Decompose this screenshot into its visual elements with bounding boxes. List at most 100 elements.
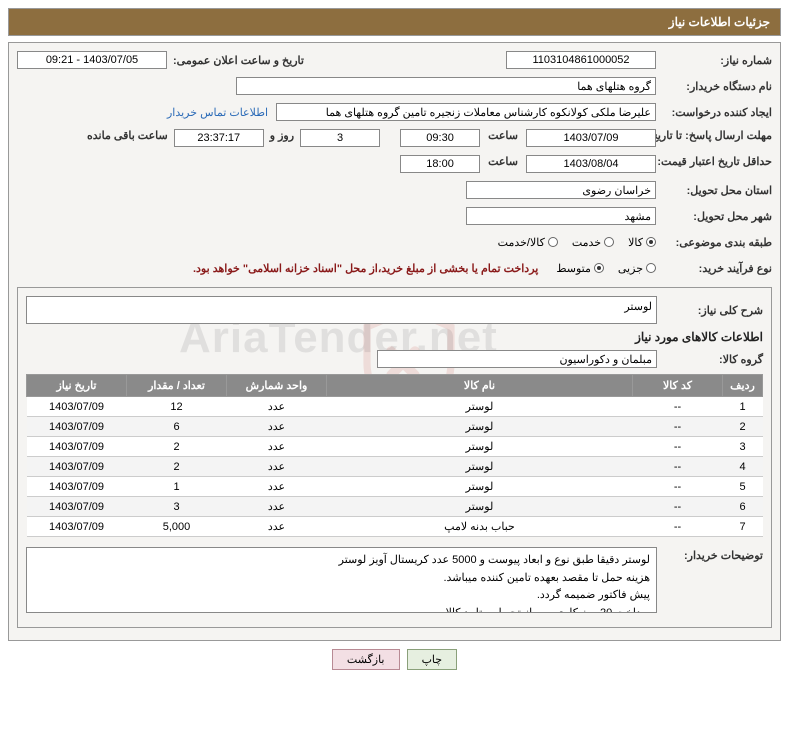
announce-dt-label: تاریخ و ساعت اعلان عمومی: (173, 54, 304, 67)
cell-date: 1403/07/09 (27, 457, 127, 477)
cell-name: لوستر (327, 497, 633, 517)
note-line: هزینه حمل تا مقصد بعهده تامین کننده میبا… (33, 570, 650, 588)
radio-medium[interactable] (594, 263, 604, 273)
need-no-value: 1103104861000052 (506, 51, 656, 69)
cell-unit: عدد (227, 517, 327, 537)
goods-group-label: گروه کالا: (663, 353, 763, 366)
radio-goods-label: کالا (628, 236, 643, 249)
proc-type-label: نوع فرآیند خرید: (662, 262, 772, 275)
validity-time: 18:00 (400, 155, 480, 173)
print-button[interactable]: چاپ (407, 649, 458, 670)
overview-value: لوستر (26, 296, 657, 324)
requester-value: علیرضا ملکی کولانکوه کارشناس معاملات زنج… (276, 103, 656, 121)
cell-code: -- (633, 457, 723, 477)
table-row: 6--لوسترعدد31403/07/09 (27, 497, 763, 517)
validity-time-label: ساعت (488, 153, 518, 168)
cell-name: لوستر (327, 417, 633, 437)
deadline-remain: ساعت باقی مانده (87, 127, 168, 142)
cell-qty: 6 (127, 417, 227, 437)
table-row: 3--لوسترعدد21403/07/09 (27, 437, 763, 457)
deadline-time: 09:30 (400, 129, 480, 147)
radio-goods-service[interactable] (548, 237, 558, 247)
validity-label: حداقل تاریخ اعتبار قیمت: تا تاریخ: (662, 153, 772, 168)
deadline-days-suffix: روز و (270, 127, 294, 142)
province-label: استان محل تحویل: (662, 184, 772, 197)
deadline-time-label: ساعت (488, 127, 518, 142)
table-row: 5--لوسترعدد11403/07/09 (27, 477, 763, 497)
cell-name: حباب بدنه لامپ (327, 517, 633, 537)
radio-small[interactable] (646, 263, 656, 273)
need-no-label: شماره نیاز: (662, 54, 772, 67)
cell-qty: 12 (127, 397, 227, 417)
cell-qty: 5,000 (127, 517, 227, 537)
radio-small-label: جزیی (618, 262, 643, 275)
main-panel: AriaTender.net شماره نیاز: 1103104861000… (8, 42, 781, 641)
cell-code: -- (633, 497, 723, 517)
category-radio-group: کالا خدمت کالا/خدمت (498, 236, 656, 249)
city-label: شهر محل تحویل: (662, 210, 772, 223)
radio-goods[interactable] (646, 237, 656, 247)
cell-n: 7 (723, 517, 763, 537)
cell-date: 1403/07/09 (27, 417, 127, 437)
cell-n: 6 (723, 497, 763, 517)
cell-date: 1403/07/09 (27, 397, 127, 417)
note-line: پیش فاکتور ضمیمه گردد. (33, 587, 650, 605)
requester-label: ایجاد کننده درخواست: (662, 106, 772, 119)
radio-goods-service-label: کالا/خدمت (498, 236, 545, 249)
announce-dt-value: 1403/07/05 - 09:21 (17, 51, 167, 69)
radio-service[interactable] (604, 237, 614, 247)
table-row: 4--لوسترعدد21403/07/09 (27, 457, 763, 477)
cell-code: -- (633, 437, 723, 457)
deadline-countdown: 23:37:17 (174, 129, 264, 147)
note-line: لوستر دقیقا طبق نوع و ابعاد پیوست و 5000… (33, 552, 650, 570)
th-code: کد کالا (633, 375, 723, 397)
province-value: خراسان رضوی (466, 181, 656, 199)
cell-unit: عدد (227, 497, 327, 517)
cell-n: 5 (723, 477, 763, 497)
cell-qty: 1 (127, 477, 227, 497)
page-title: جزئیات اطلاعات نیاز (8, 8, 781, 36)
deadline-days: 3 (300, 129, 380, 147)
cell-name: لوستر (327, 457, 633, 477)
buyer-contact-link[interactable]: اطلاعات تماس خریدار (167, 106, 268, 119)
cell-date: 1403/07/09 (27, 497, 127, 517)
cell-unit: عدد (227, 397, 327, 417)
cell-date: 1403/07/09 (27, 477, 127, 497)
cell-code: -- (633, 517, 723, 537)
cell-unit: عدد (227, 477, 327, 497)
cell-unit: عدد (227, 417, 327, 437)
cell-name: لوستر (327, 437, 633, 457)
goods-group-value: مبلمان و دکوراسیون (377, 350, 657, 368)
cell-n: 2 (723, 417, 763, 437)
deadline-date: 1403/07/09 (526, 129, 656, 147)
proc-type-radio-group: جزیی متوسط (556, 262, 656, 275)
cell-n: 4 (723, 457, 763, 477)
th-qty: تعداد / مقدار (127, 375, 227, 397)
cell-name: لوستر (327, 477, 633, 497)
cell-date: 1403/07/09 (27, 437, 127, 457)
buyer-notes-box[interactable]: لوستر دقیقا طبق نوع و ابعاد پیوست و 5000… (26, 547, 657, 613)
table-row: 2--لوسترعدد61403/07/09 (27, 417, 763, 437)
cell-n: 1 (723, 397, 763, 417)
th-row: ردیف (723, 375, 763, 397)
th-unit: واحد شمارش (227, 375, 327, 397)
goods-table: ردیف کد کالا نام کالا واحد شمارش تعداد /… (26, 374, 763, 537)
cell-unit: عدد (227, 457, 327, 477)
note-line: پرداخت 20 روز کاری پس از تحویل و تایید ک… (33, 605, 650, 613)
buyer-org-value: گروه هتلهای هما (236, 77, 656, 95)
cell-qty: 2 (127, 457, 227, 477)
back-button[interactable]: بازگشت (332, 649, 400, 670)
cell-n: 3 (723, 437, 763, 457)
th-date: تاریخ نیاز (27, 375, 127, 397)
goods-section-title: اطلاعات کالاهای مورد نیاز (26, 330, 763, 344)
table-row: 7--حباب بدنه لامپعدد5,0001403/07/09 (27, 517, 763, 537)
radio-service-label: خدمت (572, 236, 601, 249)
cell-qty: 3 (127, 497, 227, 517)
proc-type-note: پرداخت تمام یا بخشی از مبلغ خرید،از محل … (193, 262, 538, 275)
buyer-org-label: نام دستگاه خریدار: (662, 80, 772, 93)
city-value: مشهد (466, 207, 656, 225)
validity-date: 1403/08/04 (526, 155, 656, 173)
cell-qty: 2 (127, 437, 227, 457)
cell-name: لوستر (327, 397, 633, 417)
deadline-label: مهلت ارسال پاسخ: تا تاریخ: (662, 127, 772, 142)
